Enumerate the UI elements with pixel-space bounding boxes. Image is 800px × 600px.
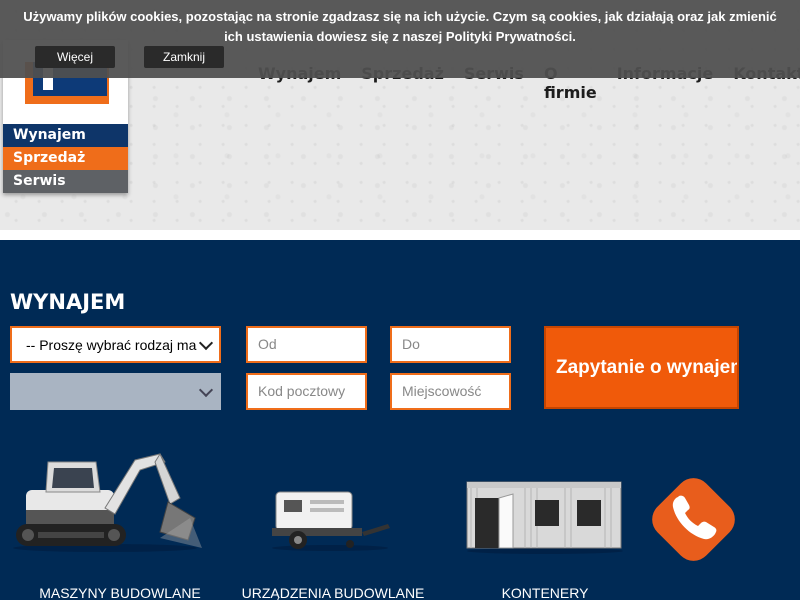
- city-input[interactable]: Miejscowość: [390, 373, 511, 410]
- machine-type-select[interactable]: -- Proszę wybrać rodzaj maszyny --: [10, 326, 221, 363]
- postcode-input[interactable]: Kod pocztowy: [246, 373, 367, 410]
- cookie-close-button[interactable]: Zamknij: [144, 46, 224, 68]
- divider: [0, 230, 800, 240]
- logo-band-service: Serwis: [3, 170, 128, 193]
- machine-type-select-value: -- Proszę wybrać rodzaj maszyny --: [26, 336, 197, 353]
- date-to-input[interactable]: Do: [390, 326, 511, 363]
- machine-subtype-select[interactable]: [10, 373, 221, 410]
- date-from-input[interactable]: Od: [246, 326, 367, 363]
- phone-badge[interactable]: [645, 471, 742, 568]
- excavator-image[interactable]: [10, 448, 205, 553]
- compressor-image[interactable]: [270, 488, 400, 553]
- category-construction-equipment[interactable]: URZĄDZENIA BUDOWLANE: [238, 585, 428, 600]
- category-containers[interactable]: KONTENERY: [450, 585, 640, 600]
- cookie-bar: Używamy plików cookies, pozostając na st…: [0, 0, 800, 78]
- cookie-more-button[interactable]: Więcej: [35, 46, 115, 68]
- category-construction-machines[interactable]: MASZYNY BUDOWLANE: [25, 585, 215, 600]
- chevron-down-icon: [198, 335, 214, 350]
- rental-title: WYNAJEM: [10, 290, 126, 314]
- cookie-message: Używamy plików cookies, pozostając na st…: [23, 9, 777, 44]
- rental-inquiry-button[interactable]: Zapytanie o wynajem: [544, 326, 739, 409]
- logo-band-rent: Wynajem: [3, 124, 128, 147]
- logo-band-sale: Sprzedaż: [3, 147, 128, 170]
- container-image[interactable]: [465, 480, 623, 555]
- chevron-down-icon: [198, 382, 214, 397]
